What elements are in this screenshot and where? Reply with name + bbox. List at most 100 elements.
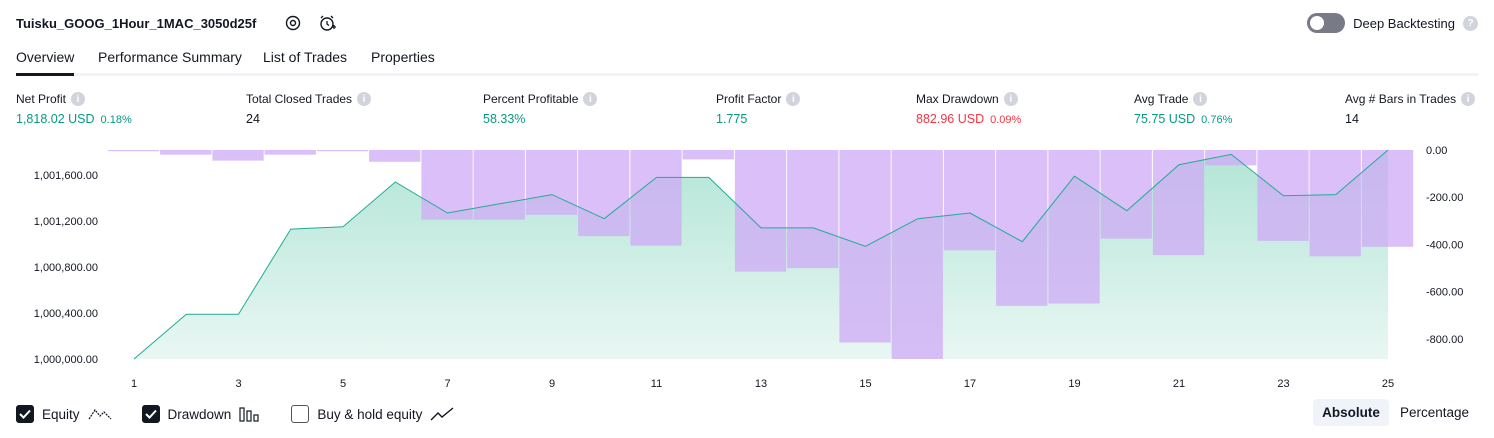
drawdown-bar xyxy=(1361,150,1414,247)
info-icon[interactable]: i xyxy=(71,92,86,106)
metric-label: Max Drawdown xyxy=(916,92,999,106)
metric-value: 75.75 USD xyxy=(1134,112,1196,126)
info-icon[interactable]: i xyxy=(583,92,598,106)
left-axis-tick-label: 1,000,400.00 xyxy=(34,308,98,320)
strategy-name: Tuisku_GOOG_1Hour_1MAC_3050d25f xyxy=(16,16,257,31)
metric-profit-factor: Profit Factor i 1.775 xyxy=(716,92,801,126)
drawdown-bar xyxy=(1309,150,1361,257)
deep-backtesting-label: Deep Backtesting xyxy=(1353,15,1455,31)
tab-list-of-trades[interactable]: List of Trades xyxy=(263,49,347,76)
x-axis-tick-label: 19 xyxy=(1068,378,1080,390)
info-icon[interactable]: i xyxy=(1003,92,1018,106)
metric-label: Profit Factor xyxy=(716,92,782,106)
metric-value: 14 xyxy=(1345,112,1359,126)
left-axis-tick-label: 1,000,800.00 xyxy=(34,262,98,274)
metric-label: Percent Profitable xyxy=(483,92,579,106)
right-axis-tick-label: -200.00 xyxy=(1426,192,1463,204)
right-axis-tick-label: 0.00 xyxy=(1426,145,1447,157)
metric-net-profit: Net Profit i 1,818.02 USD 0.18% xyxy=(16,92,132,126)
drawdown-bar xyxy=(316,150,369,152)
buy-hold-checkbox[interactable] xyxy=(291,405,310,423)
drawdown-bar xyxy=(421,150,473,220)
metric-percent: 0.76% xyxy=(1201,114,1233,126)
tab-overview[interactable]: Overview xyxy=(16,49,75,76)
deep-backtesting-toggle[interactable] xyxy=(1307,13,1346,33)
right-axis-tick-label: -400.00 xyxy=(1426,240,1463,252)
drawdown-bar xyxy=(787,150,839,269)
metric-avg-bars-in-trades: Avg # Bars in Trades i 14 xyxy=(1345,92,1476,126)
equity-drawdown-chart[interactable]: 1,000,000.00 1,000,400.00 1,000,800.00 1,00… xyxy=(0,140,1494,395)
metric-label: Net Profit xyxy=(16,92,67,106)
toggle-knob xyxy=(1310,16,1325,30)
drawdown-bar xyxy=(160,150,212,155)
chart-legend: Equity Drawdown Buy & hold equity xyxy=(16,403,484,425)
view-mode-switch: Absolute Percentage xyxy=(1313,399,1478,426)
add-alert-clock-icon[interactable] xyxy=(317,13,337,33)
metric-value: 1.775 xyxy=(716,112,748,126)
drawdown-bar xyxy=(369,150,421,162)
help-icon[interactable]: ? xyxy=(1463,15,1478,31)
drawdown-bar xyxy=(734,150,787,272)
metric-value: 24 xyxy=(246,112,260,126)
right-axis-tick-label: -600.00 xyxy=(1426,287,1463,299)
x-axis-tick-label: 9 xyxy=(549,378,555,390)
drawdown-checkbox[interactable] xyxy=(141,405,160,423)
tab-properties[interactable]: Properties xyxy=(371,49,435,76)
drawdown-bar xyxy=(264,150,316,155)
drawdown-bar xyxy=(1152,150,1205,256)
x-axis-tick-label: 13 xyxy=(755,378,767,390)
metric-value: 882.96 USD xyxy=(916,112,985,126)
drawdown-bar xyxy=(630,150,682,246)
equity-checkbox[interactable] xyxy=(16,405,34,423)
left-axis-tick-label: 1,001,600.00 xyxy=(34,170,98,182)
drawdown-bar xyxy=(996,150,1048,306)
absolute-button[interactable]: Absolute xyxy=(1313,399,1389,426)
metric-value: 1,818.02 USD xyxy=(16,112,95,126)
metric-percent: 0.09% xyxy=(990,114,1022,126)
tab-bar: Overview Performance Summary List of Tra… xyxy=(16,44,1478,76)
drawdown-bar xyxy=(682,150,734,160)
metric-total-closed-trades: Total Closed Trades i 24 xyxy=(246,92,372,126)
metric-label: Avg Trade xyxy=(1134,92,1189,106)
legend-label: Equity xyxy=(42,406,80,422)
x-axis-tick-label: 5 xyxy=(340,378,346,390)
x-axis-tick-label: 17 xyxy=(964,378,976,390)
left-axis-tick-label: 1,000,000.00 xyxy=(34,354,98,366)
x-axis-tick-label: 11 xyxy=(651,378,662,390)
tab-performance-summary[interactable]: Performance Summary xyxy=(98,49,242,76)
info-icon[interactable]: i xyxy=(786,92,801,106)
metrics-row: Net Profit i 1,818.02 USD 0.18% Total Clos… xyxy=(0,92,1494,132)
drawdown-bar xyxy=(1048,150,1100,304)
metric-avg-trade: Avg Trade i 75.75 USD 0.76% xyxy=(1134,92,1232,126)
x-axis-tick-label: 15 xyxy=(859,378,871,390)
metric-value: 58.33% xyxy=(483,112,526,126)
drawdown-bar xyxy=(473,150,525,220)
legend-drawdown[interactable]: Drawdown xyxy=(141,405,262,423)
info-icon[interactable]: i xyxy=(357,92,372,106)
drawdown-bar xyxy=(107,150,160,152)
left-axis-tick-label: 1,001,200.00 xyxy=(34,216,98,228)
metric-label: Total Closed Trades xyxy=(246,92,353,106)
buy-hold-line-icon xyxy=(430,407,454,421)
drawdown-bar xyxy=(943,150,996,251)
drawdown-bars-icon xyxy=(239,407,259,422)
metric-percent-profitable: Percent Profitable i 58.33% xyxy=(483,92,598,126)
settings-gear-icon[interactable] xyxy=(283,13,303,33)
x-axis-tick-label: 7 xyxy=(444,378,450,390)
legend-label: Buy & hold equity xyxy=(317,406,423,422)
deep-backtesting-toggle-group: Deep Backtesting ? xyxy=(1307,13,1478,33)
legend-equity[interactable]: Equity xyxy=(16,405,112,423)
info-icon[interactable]: i xyxy=(1461,92,1476,106)
x-axis-tick-label: 25 xyxy=(1382,378,1394,390)
x-axis-tick-label: 21 xyxy=(1173,378,1185,390)
equity-line-icon xyxy=(88,408,111,420)
info-icon[interactable]: i xyxy=(1193,92,1208,106)
x-axis-tick-label: 23 xyxy=(1277,378,1289,390)
x-axis-tick-label: 1 xyxy=(131,378,137,390)
drawdown-bar xyxy=(1100,150,1152,239)
legend-buy-hold[interactable]: Buy & hold equity xyxy=(291,405,454,423)
metric-label: Avg # Bars in Trades xyxy=(1345,92,1457,106)
drawdown-bar xyxy=(525,150,578,215)
percentage-button[interactable]: Percentage xyxy=(1391,399,1478,426)
strategy-header: Tuisku_GOOG_1Hour_1MAC_3050d25f Deep Bac… xyxy=(0,0,1494,44)
